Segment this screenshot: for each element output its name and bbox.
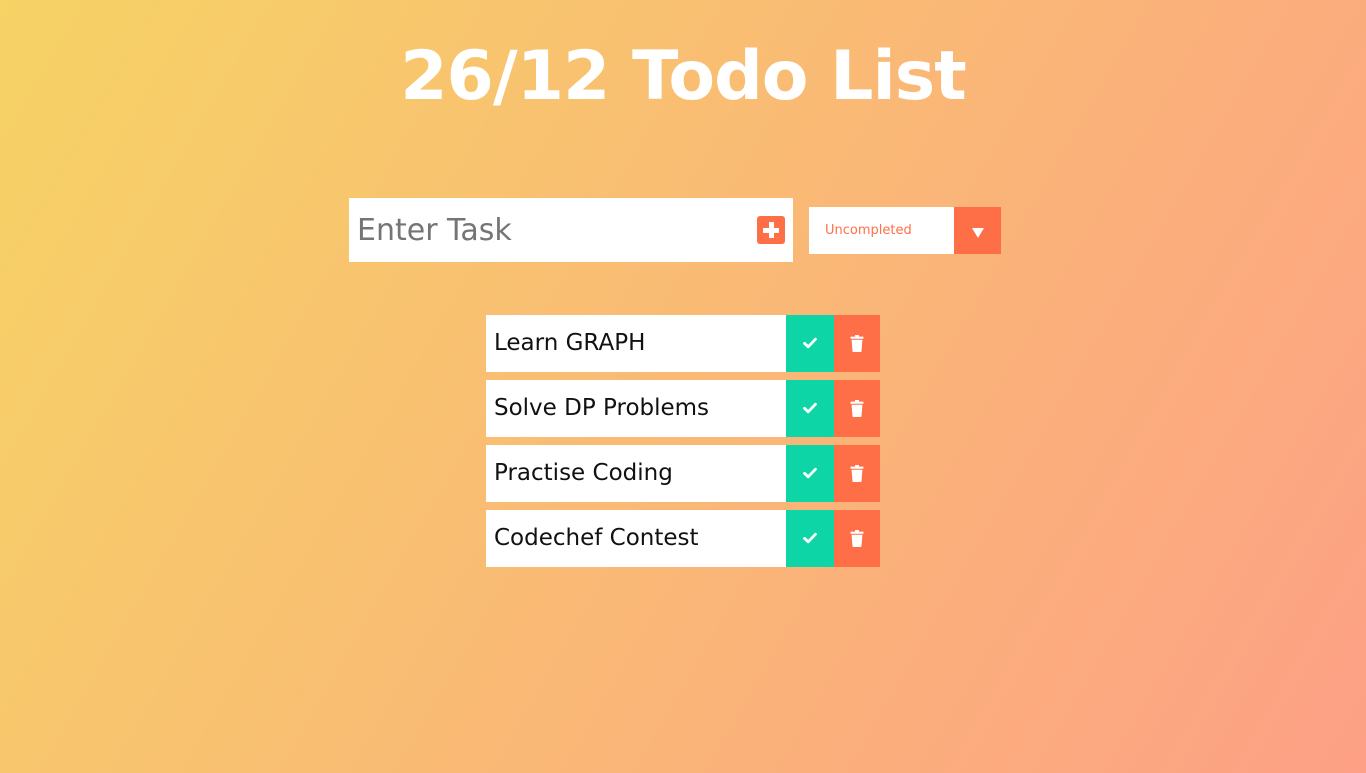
add-task-button[interactable]	[757, 216, 785, 244]
task-form	[349, 198, 793, 262]
chevron-down-icon	[972, 228, 984, 238]
todo-text: Solve DP Problems	[494, 395, 710, 421]
trash-icon	[850, 465, 864, 482]
check-icon	[803, 402, 817, 414]
check-icon	[803, 337, 817, 349]
complete-button[interactable]	[786, 445, 834, 502]
check-icon	[803, 532, 817, 544]
todo-item: Practise Coding	[486, 445, 880, 502]
todo-text: Learn GRAPH	[494, 330, 646, 356]
todo-item: Codechef Contest	[486, 510, 880, 567]
check-icon	[803, 467, 817, 479]
filter-selected-value: Uncompleted	[825, 223, 912, 238]
complete-button[interactable]	[786, 315, 834, 372]
todo-text: Practise Coding	[494, 460, 673, 486]
complete-button[interactable]	[786, 380, 834, 437]
todo-item: Learn GRAPH	[486, 315, 880, 372]
todo-list: Learn GRAPH Solve DP Problems Practise C…	[486, 315, 880, 575]
page-title: 26/12 Todo List	[400, 37, 967, 116]
filter-select[interactable]: Uncompleted	[809, 207, 1001, 254]
filter-dropdown-button[interactable]	[954, 207, 1001, 254]
delete-button[interactable]	[834, 510, 880, 567]
trash-icon	[850, 335, 864, 352]
task-input[interactable]	[349, 198, 744, 262]
delete-button[interactable]	[834, 445, 880, 502]
delete-button[interactable]	[834, 315, 880, 372]
complete-button[interactable]	[786, 510, 834, 567]
todo-text: Codechef Contest	[494, 525, 699, 551]
trash-icon	[850, 530, 864, 547]
todo-item: Solve DP Problems	[486, 380, 880, 437]
delete-button[interactable]	[834, 380, 880, 437]
plus-icon	[757, 216, 785, 244]
trash-icon	[850, 400, 864, 417]
